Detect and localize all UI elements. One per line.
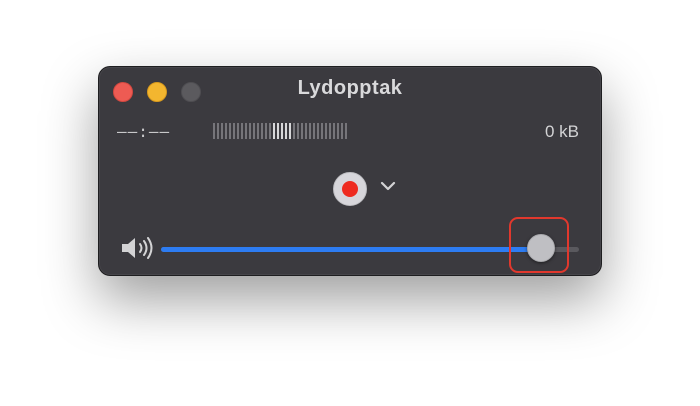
meter-bar [225,123,227,139]
meter-bar [277,123,279,139]
speaker-icon [122,237,153,259]
meter-bar [309,123,311,139]
window-title: Lydopptak [297,77,403,99]
meter-bar [237,123,239,139]
meter-bar [245,123,247,139]
meter-bar [221,123,223,139]
title-bar[interactable]: Lydopptak [99,67,601,115]
meter-bar [305,123,307,139]
meter-bar [213,123,215,139]
screenshot-stage: Lydopptak ––:–– 0 kB [0,0,700,406]
volume-fill [161,247,542,252]
meter-bar [233,123,235,139]
meter-bar [337,123,339,139]
meter-bar [229,123,231,139]
meter-bar [281,123,283,139]
file-size: 0 kB [544,122,579,141]
level-meter [213,123,489,139]
meter-bar [265,123,267,139]
meter-bar [253,123,255,139]
meter-bar [285,123,287,139]
meter-bar [241,123,243,139]
meter-bar [345,123,347,139]
meter-bar [313,123,315,139]
meter-bar [301,123,303,139]
meter-bar [261,123,263,139]
meter-bar [289,123,291,139]
meter-bar [297,123,299,139]
audio-recording-window: Lydopptak ––:–– 0 kB [98,66,602,276]
record-icon [342,181,358,197]
meter-bar [217,123,219,139]
meter-bar [333,123,335,139]
meter-bar [329,123,331,139]
meter-bar [269,123,271,139]
highlight-box [509,217,569,273]
meter-bar [341,123,343,139]
meter-bar [317,123,319,139]
elapsed-time: ––:–– [117,122,171,141]
meter-bar [273,123,275,139]
meter-bar [321,123,323,139]
meter-bar [293,123,295,139]
chevron-down-icon[interactable] [379,179,397,193]
meter-bar [325,123,327,139]
meter-bar [257,123,259,139]
record-button[interactable] [333,172,367,206]
meter-bar [249,123,251,139]
